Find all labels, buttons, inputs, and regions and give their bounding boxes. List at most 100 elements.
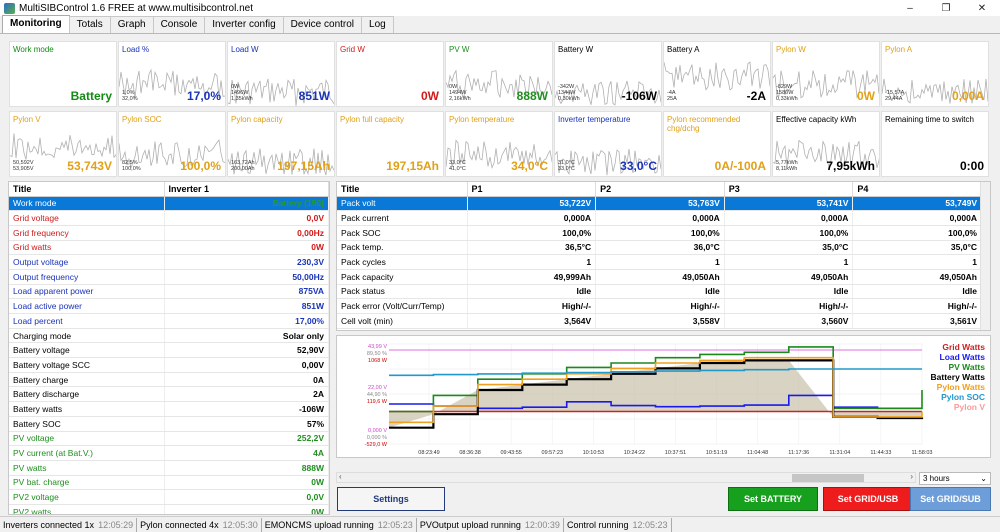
row-title: Charging mode bbox=[9, 328, 165, 344]
row-title: Grid voltage bbox=[9, 210, 165, 226]
table-row[interactable]: Battery SOC 57% bbox=[9, 416, 329, 432]
table-row[interactable]: Cell volt (min) 3,564V 3,558V 3,560V 3,561V bbox=[337, 313, 982, 329]
app-icon bbox=[4, 2, 15, 14]
tile-min-max: 50,592V 53,905V bbox=[13, 160, 34, 172]
row-title: Pack capacity bbox=[337, 269, 468, 285]
table-row[interactable]: Grid watts 0W bbox=[9, 240, 329, 256]
table-row[interactable]: Pack status Idle Idle Idle Idle bbox=[337, 284, 982, 300]
tile-label: Inverter temperature bbox=[558, 115, 631, 124]
scroll-left-icon[interactable]: ‹ bbox=[339, 472, 342, 481]
tile-inverter-temperature: Inverter temperature 31,0°C 33,0°C 33,0°C bbox=[554, 111, 662, 177]
tile-load-w: Load W 0W 1496W 1,35kWh 851W bbox=[227, 41, 335, 107]
cell-p2: High/-/- bbox=[595, 298, 725, 314]
table-row[interactable]: PV bat. charge 0W bbox=[9, 475, 329, 491]
y-tick-label: 43,99 V bbox=[368, 344, 387, 350]
history-chart-svg: 08:23:49 08:36:38 09:43:55 09:57:23 10:10:53… bbox=[365, 342, 986, 456]
table-row[interactable]: Battery discharge 2A bbox=[9, 386, 329, 403]
column-header-p1[interactable]: P1 bbox=[467, 182, 597, 197]
maximize-button[interactable]: ❐ bbox=[928, 3, 964, 14]
tab-console[interactable]: Console bbox=[152, 16, 206, 33]
table-row[interactable]: Battery charge 0A bbox=[9, 372, 329, 388]
minimize-button[interactable]: – bbox=[892, 3, 928, 14]
table-row[interactable]: Output voltage 230,3V bbox=[9, 254, 329, 270]
tile-pylon-v: Pylon V 50,592V 53,905V 53,743V bbox=[9, 111, 117, 177]
set-battery-button[interactable]: Set BATTERY bbox=[728, 487, 818, 511]
status-segment: Control running 12:05:23 bbox=[564, 517, 672, 532]
scrollbar-thumb[interactable] bbox=[792, 474, 864, 482]
cell-p1: 36,5°C bbox=[467, 240, 597, 256]
table-row[interactable]: Pack error (Volt/Curr/Temp) High/-/- High/… bbox=[337, 298, 982, 314]
row-title: Grid watts bbox=[9, 240, 165, 256]
tab-monitoring[interactable]: Monitoring bbox=[2, 15, 70, 33]
row-value: 0,00V bbox=[164, 357, 329, 373]
tab-inverter-config[interactable]: Inverter config bbox=[204, 16, 284, 33]
table-row[interactable]: PV current (at Bat.V.) 4A bbox=[9, 445, 329, 461]
column-header-inverter-1[interactable]: Inverter 1 bbox=[164, 182, 329, 197]
row-value: 17,00% bbox=[164, 313, 329, 329]
vertical-scrollbar[interactable] bbox=[980, 182, 990, 330]
scroll-right-icon[interactable]: › bbox=[910, 472, 913, 481]
cell-p4: Idle bbox=[852, 284, 982, 300]
table-row[interactable]: Load active power 851W bbox=[9, 298, 329, 314]
table-row[interactable]: Battery watts -106W bbox=[9, 401, 329, 417]
column-header-p2[interactable]: P2 bbox=[595, 182, 725, 197]
row-title: Pack cycles bbox=[337, 254, 468, 270]
table-row[interactable]: Pack capacity 49,999Ah 49,050Ah 49,050Ah 49,… bbox=[337, 269, 982, 285]
tab-log[interactable]: Log bbox=[361, 16, 394, 33]
set-grid-sub-button[interactable]: Set GRID/SUB bbox=[910, 487, 991, 511]
table-row[interactable]: Load apparent power 875VA bbox=[9, 284, 329, 300]
table-row[interactable]: Pack temp. 36,5°C 36,0°C 35,0°C 35,0°C bbox=[337, 240, 982, 256]
chart-horizontal-scrollbar[interactable]: ‹ › bbox=[336, 472, 916, 483]
cell-p2: 49,050Ah bbox=[595, 269, 725, 285]
close-button[interactable]: ✕ bbox=[964, 3, 1000, 14]
table-row[interactable]: Output frequency 50,00Hz bbox=[9, 269, 329, 285]
table-row[interactable]: Pack volt 53,722V 53,763V 53,741V 53,749V bbox=[337, 196, 982, 212]
cell-p3: 100,0% bbox=[724, 225, 854, 241]
set-grid-usb-button[interactable]: Set GRID/USB bbox=[823, 487, 913, 511]
table-row[interactable]: PV2 watts 0W bbox=[9, 504, 329, 514]
cell-p2: 1 bbox=[595, 254, 725, 270]
status-segment: EMONCMS upload running 12:05:23 bbox=[262, 517, 417, 532]
row-title: Pack SOC bbox=[337, 225, 468, 241]
table-row[interactable]: Load percent 17,00% bbox=[9, 313, 329, 329]
tile-label: Grid W bbox=[340, 45, 365, 54]
table-row[interactable]: Pack SOC 100,0% 100,0% 100,0% 100,0% bbox=[337, 225, 982, 241]
cell-p1: 0,000A bbox=[467, 210, 597, 226]
table-row[interactable]: Grid frequency 0,00Hz bbox=[9, 225, 329, 241]
row-value: 2A bbox=[164, 386, 329, 403]
tab-totals[interactable]: Totals bbox=[68, 16, 111, 33]
column-header-p4[interactable]: P4 bbox=[852, 182, 982, 197]
tab-device-control[interactable]: Device control bbox=[282, 16, 363, 33]
time-range-select[interactable]: 3 hours ⌄ bbox=[919, 472, 991, 485]
column-header-p3[interactable]: P3 bbox=[724, 182, 854, 197]
table-row[interactable]: Grid voltage 0,0V bbox=[9, 210, 329, 226]
row-title: Pack volt bbox=[337, 196, 468, 212]
tile-value: 0,00A bbox=[951, 89, 984, 103]
y-tick-label: 0,000 V bbox=[368, 428, 387, 434]
tile-pylon-w: Pylon W -829W 1580W 0,33kWh 0W bbox=[772, 41, 880, 107]
table-row[interactable]: Battery voltage SCC 0,00V bbox=[9, 357, 329, 373]
table-row[interactable]: Battery voltage 52,90V bbox=[9, 342, 329, 359]
settings-button[interactable]: Settings bbox=[337, 487, 445, 511]
table-row[interactable]: Pack cycles 1 1 1 1 bbox=[337, 254, 982, 270]
tile-pv-w: PV W 0W 1494W 2,16kWh 888W bbox=[445, 41, 553, 107]
table-row[interactable]: Work mode Battery (150) bbox=[9, 196, 329, 212]
table-row[interactable]: Pack current 0,000A 0,000A 0,000A 0,000A bbox=[337, 210, 982, 226]
row-title: Load apparent power bbox=[9, 284, 165, 300]
tab-graph[interactable]: Graph bbox=[109, 16, 154, 33]
table-row[interactable]: Charging mode Solar only bbox=[9, 328, 329, 344]
row-value: 52,90V bbox=[164, 342, 329, 359]
tile-label: PV W bbox=[449, 45, 470, 54]
table-row[interactable]: PV watts 888W bbox=[9, 460, 329, 476]
cell-p3: 49,050Ah bbox=[724, 269, 854, 285]
row-value: 230,3V bbox=[164, 254, 329, 270]
tile-value: 197,15Ah bbox=[277, 159, 330, 173]
table-row[interactable]: PV2 voltage 0,0V bbox=[9, 489, 329, 505]
column-header-title[interactable]: Title bbox=[9, 182, 165, 197]
table-row[interactable]: PV voltage 252,2V bbox=[9, 431, 329, 447]
cell-p4: 3,561V bbox=[852, 313, 982, 329]
y-tick-label: 22,00 V bbox=[368, 385, 387, 391]
column-header-title[interactable]: Title bbox=[337, 182, 468, 197]
tile-value: 100,0% bbox=[180, 159, 221, 173]
tile-value: 53,743V bbox=[67, 159, 112, 173]
